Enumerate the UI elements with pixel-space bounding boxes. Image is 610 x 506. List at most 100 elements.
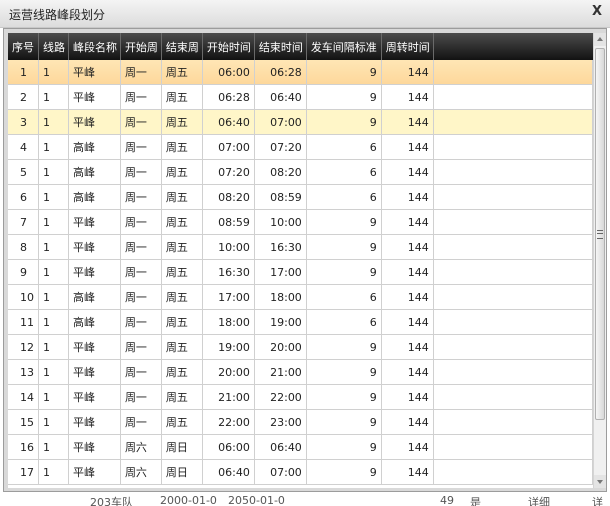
cell-end-week: 周五 <box>161 259 203 285</box>
cell-end-time: 16:30 <box>254 234 307 260</box>
cell-end-week: 周五 <box>161 209 203 235</box>
cell-end-time: 20:00 <box>254 334 307 360</box>
cell-filler <box>433 284 593 310</box>
table-row[interactable]: 15 1 平峰 周一 周五 22:00 23:00 9 144 <box>8 409 593 435</box>
table-row[interactable]: 1 1 平峰 周一 周五 06:00 06:28 9 144 <box>8 60 593 85</box>
cell-line: 1 <box>38 134 69 160</box>
cell-line: 1 <box>38 159 69 185</box>
cell-filler <box>433 334 593 360</box>
cell-seq: 13 <box>8 359 39 385</box>
cell-period-name: 平峰 <box>68 334 121 360</box>
cell-turnaround-time: 144 <box>381 434 434 460</box>
cell-end-time: 19:00 <box>254 309 307 335</box>
cell-filler <box>433 409 593 435</box>
cell-start-time: 08:59 <box>202 209 255 235</box>
table-row[interactable]: 4 1 高峰 周一 周五 07:00 07:20 6 144 <box>8 134 593 160</box>
cell-period-name: 高峰 <box>68 159 121 185</box>
cell-line: 1 <box>38 60 69 85</box>
table-row[interactable]: 11 1 高峰 周一 周五 18:00 19:00 6 144 <box>8 309 593 335</box>
cell-start-week: 周一 <box>120 259 162 285</box>
table-row[interactable]: 9 1 平峰 周一 周五 16:30 17:00 9 144 <box>8 259 593 285</box>
background-text: 203车队 <box>90 496 133 506</box>
close-icon[interactable]: X <box>590 4 604 20</box>
cell-start-week: 周一 <box>120 84 162 110</box>
table-row[interactable]: 16 1 平峰 周六 周日 06:00 06:40 9 144 <box>8 434 593 460</box>
cell-start-time: 20:00 <box>202 359 255 385</box>
cell-period-name: 高峰 <box>68 184 121 210</box>
table-row[interactable]: 12 1 平峰 周一 周五 19:00 20:00 9 144 <box>8 334 593 360</box>
cell-start-week: 周一 <box>120 134 162 160</box>
cell-seq: 10 <box>8 284 39 310</box>
cell-end-week: 周日 <box>161 459 203 485</box>
column-header-end-week[interactable]: 结束周 <box>161 33 203 60</box>
table-row[interactable]: 6 1 高峰 周一 周五 08:20 08:59 6 144 <box>8 184 593 210</box>
cell-filler <box>433 259 593 285</box>
cell-turnaround-time: 144 <box>381 384 434 410</box>
cell-start-week: 周一 <box>120 209 162 235</box>
cell-turnaround-time: 144 <box>381 84 434 110</box>
cell-filler <box>433 309 593 335</box>
background-text: 2000-01-0 <box>160 494 217 506</box>
cell-line: 1 <box>38 434 69 460</box>
cell-end-week: 周五 <box>161 184 203 210</box>
column-header-start-time[interactable]: 开始时间 <box>202 33 255 60</box>
cell-start-week: 周一 <box>120 384 162 410</box>
cell-end-time: 21:00 <box>254 359 307 385</box>
cell-end-time: 07:20 <box>254 134 307 160</box>
cell-end-week: 周五 <box>161 384 203 410</box>
table-row[interactable]: 17 1 平峰 周六 周日 06:40 07:00 9 144 <box>8 459 593 485</box>
cell-interval-standard: 9 <box>306 109 382 135</box>
cell-start-time: 07:20 <box>202 159 255 185</box>
column-header-period-name[interactable]: 峰段名称 <box>68 33 121 60</box>
column-header-end-time[interactable]: 结束时间 <box>254 33 307 60</box>
cell-end-week: 周五 <box>161 334 203 360</box>
scrollbar-thumb[interactable] <box>595 48 605 420</box>
cell-seq: 8 <box>8 234 39 260</box>
title-bar[interactable]: 运营线路峰段划分 X <box>0 0 610 28</box>
cell-start-week: 周一 <box>120 409 162 435</box>
cell-period-name: 平峰 <box>68 259 121 285</box>
cell-turnaround-time: 144 <box>381 184 434 210</box>
cell-start-time: 19:00 <box>202 334 255 360</box>
table-row[interactable]: 13 1 平峰 周一 周五 20:00 21:00 9 144 <box>8 359 593 385</box>
table-row[interactable]: 5 1 高峰 周一 周五 07:20 08:20 6 144 <box>8 159 593 185</box>
table-row[interactable]: 8 1 平峰 周一 周五 10:00 16:30 9 144 <box>8 234 593 260</box>
cell-interval-standard: 9 <box>306 459 382 485</box>
background-text: 详细 <box>528 496 550 506</box>
cell-interval-standard: 9 <box>306 359 382 385</box>
scroll-up-arrow-icon[interactable] <box>594 33 606 46</box>
cell-line: 1 <box>38 259 69 285</box>
cell-line: 1 <box>38 234 69 260</box>
cell-start-time: 18:00 <box>202 309 255 335</box>
table-row[interactable]: 10 1 高峰 周一 周五 17:00 18:00 6 144 <box>8 284 593 310</box>
table-row[interactable]: 3 1 平峰 周一 周五 06:40 07:00 9 144 <box>8 109 593 135</box>
cell-start-time: 22:00 <box>202 409 255 435</box>
cell-start-time: 10:00 <box>202 234 255 260</box>
dialog-window: 运营线路峰段划分 X 序号 线路 峰段名称 开始周 结束周 开始时间 结束时间 发车间隔标准周… <box>0 0 610 506</box>
column-header-line[interactable]: 线路 <box>38 33 69 60</box>
table-row[interactable]: 7 1 平峰 周一 周五 08:59 10:00 9 144 <box>8 209 593 235</box>
cell-interval-standard: 6 <box>306 134 382 160</box>
vertical-scrollbar[interactable] <box>593 33 606 488</box>
column-header-interval-standard[interactable]: 发车间隔标准 <box>306 33 382 60</box>
column-header-turnaround-time[interactable]: 周转时间 <box>381 33 434 60</box>
cell-period-name: 平峰 <box>68 234 121 260</box>
cell-end-time: 08:59 <box>254 184 307 210</box>
column-header-start-week[interactable]: 开始周 <box>120 33 162 60</box>
cell-start-week: 周一 <box>120 309 162 335</box>
cell-line: 1 <box>38 84 69 110</box>
cell-start-time: 06:40 <box>202 459 255 485</box>
cell-turnaround-time: 144 <box>381 209 434 235</box>
scroll-down-arrow-icon[interactable] <box>594 475 606 488</box>
cell-interval-standard: 6 <box>306 159 382 185</box>
cell-end-time: 18:00 <box>254 284 307 310</box>
cell-start-time: 21:00 <box>202 384 255 410</box>
table-row[interactable]: 14 1 平峰 周一 周五 21:00 22:00 9 144 <box>8 384 593 410</box>
cell-end-week: 周五 <box>161 60 203 85</box>
column-header-seq[interactable]: 序号 <box>8 33 39 60</box>
table-row[interactable]: 2 1 平峰 周一 周五 06:28 06:40 9 144 <box>8 84 593 110</box>
cell-filler <box>433 84 593 110</box>
cell-line: 1 <box>38 209 69 235</box>
cell-line: 1 <box>38 284 69 310</box>
cell-interval-standard: 9 <box>306 384 382 410</box>
